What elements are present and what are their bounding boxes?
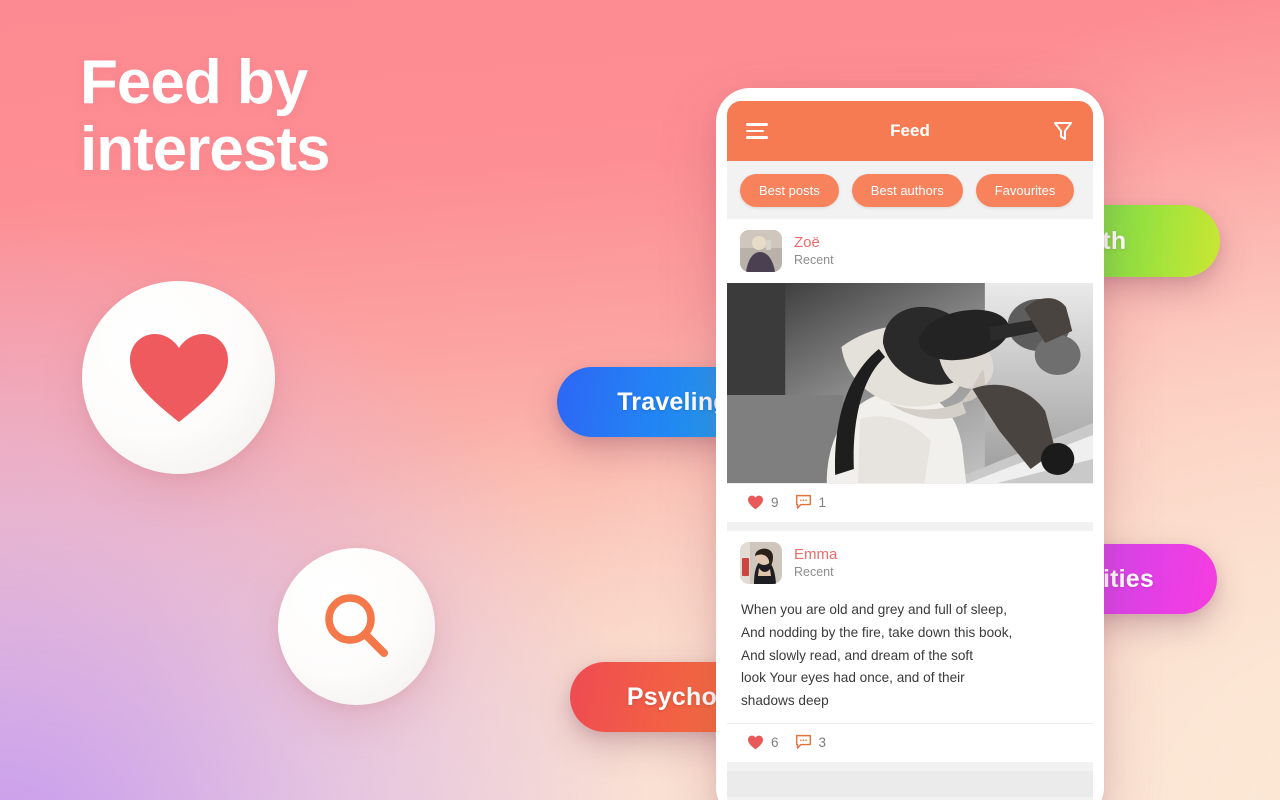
page-title: Feed by interests	[80, 48, 510, 184]
chip-best-posts[interactable]: Best posts	[740, 174, 839, 207]
post-photo[interactable]	[727, 283, 1093, 483]
phone-mockup: Feed Best posts Best authors Favourites	[716, 88, 1104, 800]
like-action[interactable]: 6	[747, 735, 779, 750]
filter-funnel-icon	[1054, 122, 1072, 140]
post-header: Emma Recent	[727, 531, 1093, 595]
hamburger-menu-icon	[746, 119, 768, 143]
post-header: Zoë Recent	[727, 219, 1093, 283]
like-action[interactable]: 9	[747, 495, 779, 510]
post-timestamp: Recent	[794, 565, 834, 580]
post-actions[interactable]: 6 3	[727, 723, 1093, 762]
headline-line-2: interests	[80, 114, 330, 184]
post-body-text: When you are old and grey and full of sl…	[741, 602, 1013, 709]
headline-line-1: Feed by	[80, 48, 308, 117]
comment-bubble-icon	[795, 735, 811, 749]
heart-icon	[748, 735, 763, 749]
app-bar-title: Feed	[890, 121, 930, 140]
heart-icon	[129, 333, 228, 422]
comment-bubble-icon	[795, 494, 811, 509]
post-author-name: Zoë	[794, 233, 820, 251]
filter-button[interactable]	[1049, 117, 1077, 145]
heart-icon	[748, 495, 763, 509]
chip-best-authors[interactable]: Best authors	[851, 174, 963, 207]
chip-favourites[interactable]: Favourites	[975, 174, 1075, 207]
avatar[interactable]	[740, 230, 782, 272]
search-icon	[324, 593, 388, 657]
post-author-name: Emma	[794, 545, 838, 563]
comment-count: 3	[818, 734, 827, 750]
post-author-block: Emma Recent	[794, 546, 837, 581]
avatar[interactable]	[740, 542, 782, 584]
heart-badge	[82, 281, 275, 474]
post-author-block: Zoë Recent	[794, 234, 834, 269]
post-timestamp: Recent	[794, 253, 834, 268]
post-actions[interactable]: 9 1	[727, 483, 1093, 522]
feed-post[interactable]: Zoë Recent 9 1	[727, 219, 1093, 522]
like-count: 6	[771, 734, 779, 750]
feed-bottom-spacer	[727, 771, 1093, 798]
comment-action[interactable]: 3	[795, 734, 827, 750]
like-count: 9	[771, 494, 779, 510]
comment-count: 1	[818, 494, 827, 510]
search-badge	[278, 548, 435, 705]
interest-pill-label: Traveling	[617, 387, 729, 416]
filter-chip-row[interactable]: Best posts Best authors Favourites	[727, 161, 1093, 219]
hamburger-menu-button[interactable]	[743, 117, 771, 145]
phone-screen: Feed Best posts Best authors Favourites	[727, 101, 1093, 800]
comment-action[interactable]: 1	[795, 494, 827, 510]
feed-post[interactable]: Emma Recent When you are old and grey an…	[727, 531, 1093, 763]
app-bar: Feed	[727, 101, 1093, 161]
